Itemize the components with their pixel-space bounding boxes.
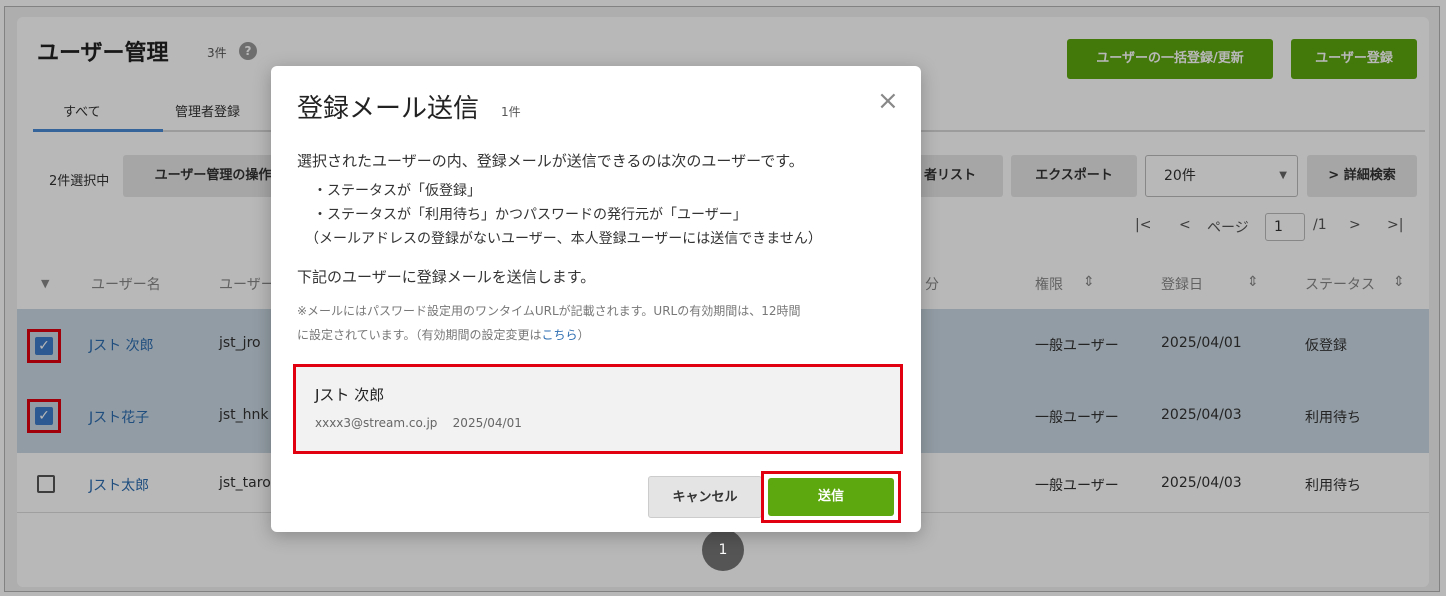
dialog-bullet-2: ・ステータスが「利用待ち」かつパスワードの発行元が「ユーザー」 bbox=[313, 207, 747, 223]
bottom-page-indicator[interactable]: 1 bbox=[702, 529, 744, 571]
settings-link[interactable]: こちら bbox=[541, 328, 577, 342]
dialog-url-note-pre: に設定されています。（有効期間の設定変更は bbox=[297, 328, 542, 342]
dialog-bullet-1: ・ステータスが「仮登録」 bbox=[313, 183, 481, 199]
dialog-url-note-post: ） bbox=[577, 328, 590, 342]
send-mail-dialog: 登録メール送信 1件 × 選択されたユーザーの内、登録メールが送信できるのは次の… bbox=[271, 66, 921, 532]
highlight-frame bbox=[293, 364, 903, 454]
dialog-intro: 選択されたユーザーの内、登録メールが送信できるのは次のユーザーです。 bbox=[297, 152, 804, 170]
close-icon[interactable]: × bbox=[877, 86, 899, 116]
dialog-url-note: ※メールにはパスワード設定用のワンタイムURLが記載されます。URLの有効期間は… bbox=[297, 304, 801, 318]
dialog-url-note-2: に設定されています。（有効期間の設定変更はこちら） bbox=[297, 326, 589, 343]
dialog-send-text: 下記のユーザーに登録メールを送信します。 bbox=[297, 268, 596, 286]
dialog-count: 1件 bbox=[501, 105, 521, 119]
send-button[interactable]: 送信 bbox=[768, 478, 894, 516]
cancel-button[interactable]: キャンセル bbox=[648, 476, 762, 518]
dialog-title: 登録メール送信 bbox=[297, 94, 480, 124]
dialog-note: （メールアドレスの登録がないユーザー、本人登録ユーザーには送信できません） bbox=[305, 231, 822, 247]
